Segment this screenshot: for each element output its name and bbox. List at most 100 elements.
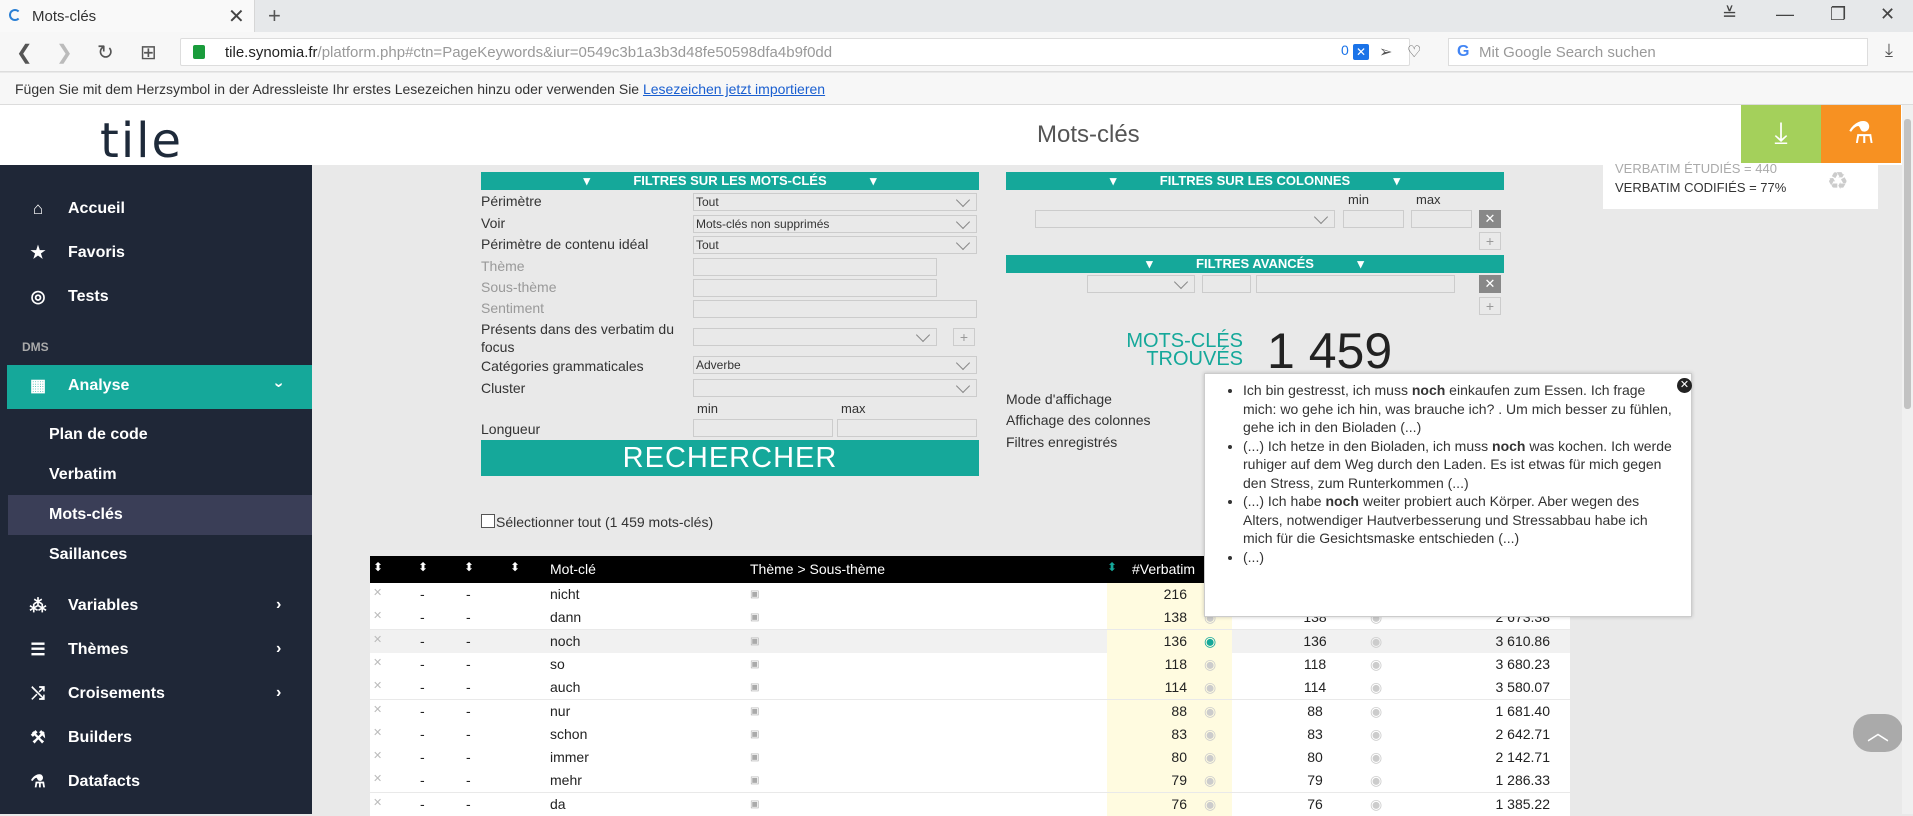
delete-icon[interactable]: ✕ bbox=[373, 772, 382, 785]
presents-select[interactable] bbox=[693, 328, 937, 346]
delete-icon[interactable]: ✕ bbox=[373, 586, 382, 599]
delete-icon[interactable]: ✕ bbox=[373, 609, 382, 622]
eye-icon[interactable]: ◉ bbox=[1204, 633, 1216, 650]
sidebar-subitem-saillances[interactable]: Saillances bbox=[8, 535, 312, 575]
longueur-min-input[interactable] bbox=[693, 419, 833, 437]
sidebar-item-builders[interactable]: ⚒ Builders bbox=[0, 717, 312, 761]
delete-icon[interactable]: ✕ bbox=[373, 796, 382, 809]
sidebar-item-tests[interactable]: ◎ Tests bbox=[0, 276, 312, 320]
search-button[interactable]: RECHERCHER bbox=[481, 440, 979, 476]
edit-icon[interactable]: ▣ bbox=[750, 612, 759, 623]
sort-icon[interactable]: ⬍ bbox=[464, 560, 474, 574]
perimetre-ideal-select[interactable]: Tout bbox=[693, 236, 977, 254]
sidebar-item-datafacts[interactable]: ⚗ Datafacts bbox=[0, 761, 312, 805]
keyword-filters-header[interactable]: ▾ FILTRES SUR LES MOTS-CLÉS ▾ bbox=[481, 172, 979, 190]
back-icon[interactable]: ❮ bbox=[16, 40, 33, 65]
delete-icon[interactable]: ✕ bbox=[373, 679, 382, 692]
table-row[interactable]: ✕ - - noch ▣ 136 ◉ 136 ◉ 3 610.86 bbox=[370, 629, 1570, 653]
sort-icon[interactable]: ⬍ bbox=[418, 560, 428, 574]
close-window-icon[interactable]: ✕ bbox=[1880, 4, 1895, 25]
browser-tab[interactable]: Mots-clés ✕ bbox=[0, 0, 255, 32]
eye-icon[interactable]: ◉ bbox=[1204, 703, 1216, 720]
eye-icon[interactable]: ◉ bbox=[1204, 749, 1216, 766]
sidebar-item-croisements[interactable]: ⤭ Croisements › bbox=[0, 673, 312, 717]
cell-keyword[interactable]: auch bbox=[550, 679, 580, 695]
delete-icon[interactable]: ✕ bbox=[373, 726, 382, 739]
edit-icon[interactable]: ▣ bbox=[750, 659, 759, 670]
export-button[interactable]: ⤓ bbox=[1741, 105, 1821, 163]
sidebar-item-accueil[interactable]: ⌂ Accueil bbox=[0, 188, 312, 232]
cell-keyword[interactable]: dann bbox=[550, 609, 581, 625]
delete-icon[interactable]: ✕ bbox=[373, 749, 382, 762]
add-focus-button[interactable]: + bbox=[953, 328, 975, 346]
scrollbar-thumb[interactable] bbox=[1904, 119, 1911, 409]
eye-icon[interactable]: ◉ bbox=[1370, 772, 1382, 789]
edit-icon[interactable]: ▣ bbox=[750, 799, 759, 810]
col-keyword[interactable]: Mot-clé bbox=[550, 561, 596, 577]
eye-icon[interactable]: ◉ bbox=[1370, 633, 1382, 650]
eye-icon[interactable]: ◉ bbox=[1370, 703, 1382, 720]
column-filters-header[interactable]: ▾ FILTRES SUR LES COLONNES ▾ bbox=[1006, 172, 1504, 190]
adblock-icon[interactable]: ✕ bbox=[1353, 44, 1369, 60]
column-select[interactable] bbox=[1035, 210, 1335, 228]
remove-column-filter-button[interactable]: ✕ bbox=[1479, 210, 1501, 228]
eye-icon[interactable]: ◉ bbox=[1204, 796, 1216, 813]
delete-icon[interactable]: ✕ bbox=[373, 656, 382, 669]
sidebar-subitem-verbatim[interactable]: Verbatim bbox=[8, 455, 312, 495]
edit-icon[interactable]: ▣ bbox=[750, 752, 759, 763]
add-advanced-filter-button[interactable]: + bbox=[1479, 297, 1501, 315]
edit-icon[interactable]: ▣ bbox=[750, 589, 759, 600]
advanced-field-select[interactable] bbox=[1087, 275, 1195, 293]
sidebar-item-analyse[interactable]: ▦ Analyse › bbox=[7, 365, 312, 409]
voir-select[interactable]: Mots-clés non supprimés bbox=[693, 215, 977, 233]
cell-keyword[interactable]: immer bbox=[550, 749, 589, 765]
perimetre-select[interactable]: Tout bbox=[693, 193, 977, 211]
sous-theme-input[interactable] bbox=[693, 279, 937, 297]
cell-keyword[interactable]: da bbox=[550, 796, 566, 812]
eye-icon[interactable]: ◉ bbox=[1204, 679, 1216, 696]
sidebar-subitem-mots-cles[interactable]: Mots-clés bbox=[8, 495, 312, 535]
delete-icon[interactable]: ✕ bbox=[373, 633, 382, 646]
sidebar-item-variables[interactable]: ⁂ Variables › bbox=[0, 585, 312, 629]
theme-input[interactable] bbox=[693, 258, 937, 276]
heart-icon[interactable]: ♡ bbox=[1407, 42, 1421, 62]
adblock-counter[interactable]: 0 bbox=[1341, 42, 1349, 58]
tab-list-icon[interactable]: ≚ bbox=[1722, 4, 1737, 25]
sidebar-item-themes[interactable]: ☰ Thèmes › bbox=[0, 629, 312, 673]
col-theme[interactable]: Thème > Sous-thème bbox=[750, 561, 885, 577]
new-tab-icon[interactable]: + bbox=[268, 3, 281, 29]
advanced-filters-header[interactable]: ▾ FILTRES AVANCÉS ▾ bbox=[1006, 255, 1504, 273]
delete-icon[interactable]: ✕ bbox=[373, 703, 382, 716]
cluster-select[interactable] bbox=[693, 379, 977, 397]
edit-icon[interactable]: ▣ bbox=[750, 682, 759, 693]
close-icon[interactable]: ✕ bbox=[1677, 378, 1692, 393]
lab-button[interactable]: ⚗ bbox=[1821, 105, 1901, 163]
cell-keyword[interactable]: noch bbox=[550, 633, 580, 649]
restore-icon[interactable]: ❐ bbox=[1830, 4, 1846, 25]
table-row[interactable]: ✕ - - schon ▣ 83 ◉ 83 ◉ 2 642.71 bbox=[370, 722, 1570, 746]
table-row[interactable]: ✕ - - immer ▣ 80 ◉ 80 ◉ 2 142.71 bbox=[370, 746, 1570, 770]
eye-icon[interactable]: ◉ bbox=[1370, 749, 1382, 766]
eye-icon[interactable]: ◉ bbox=[1204, 656, 1216, 673]
remove-advanced-filter-button[interactable]: ✕ bbox=[1479, 275, 1501, 293]
page-scrollbar[interactable] bbox=[1902, 105, 1913, 814]
table-row[interactable]: ✕ - - nur ▣ 88 ◉ 88 ◉ 1 681.40 bbox=[370, 699, 1570, 723]
download-icon[interactable]: ⤓ bbox=[1885, 40, 1893, 61]
cell-keyword[interactable]: nur bbox=[550, 703, 570, 719]
cell-keyword[interactable]: nicht bbox=[550, 586, 580, 602]
edit-icon[interactable]: ▣ bbox=[750, 706, 759, 717]
logo[interactable]: tile bbox=[100, 113, 183, 169]
close-tab-icon[interactable]: ✕ bbox=[228, 4, 245, 29]
sentiment-input[interactable] bbox=[693, 300, 977, 318]
longueur-max-input[interactable] bbox=[837, 419, 977, 437]
table-row[interactable]: ✕ - - auch ▣ 114 ◉ 114 ◉ 3 580.07 bbox=[370, 676, 1570, 700]
cell-keyword[interactable]: so bbox=[550, 656, 565, 672]
cell-keyword[interactable]: schon bbox=[550, 726, 587, 742]
eye-icon[interactable]: ◉ bbox=[1370, 679, 1382, 696]
eye-icon[interactable]: ◉ bbox=[1370, 726, 1382, 743]
add-column-filter-button[interactable]: + bbox=[1479, 232, 1501, 250]
send-icon[interactable]: ➢ bbox=[1379, 42, 1392, 62]
speed-dial-icon[interactable]: ⊞ bbox=[140, 40, 157, 65]
advanced-value-input[interactable] bbox=[1256, 275, 1455, 293]
sidebar-subitem-plan-de-code[interactable]: Plan de code bbox=[8, 415, 312, 455]
